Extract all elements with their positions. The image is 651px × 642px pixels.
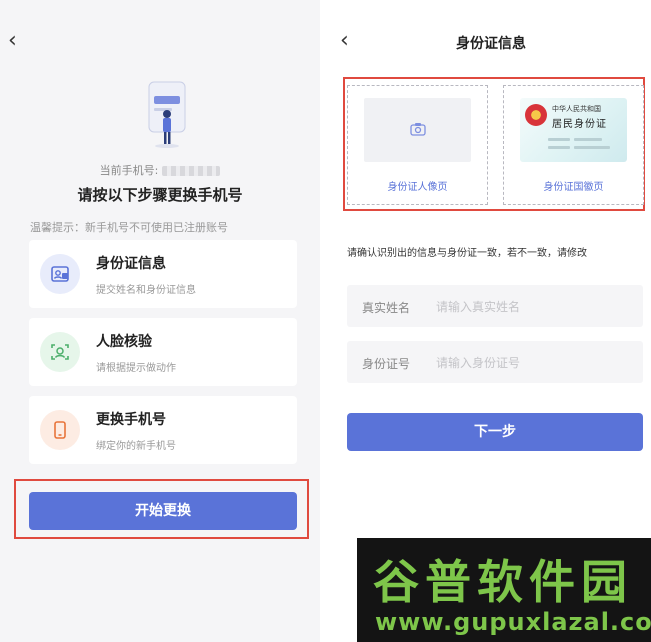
next-step-button[interactable]: 下一步 — [347, 413, 643, 451]
start-change-button[interactable]: 开始更换 — [29, 492, 297, 530]
step-card-change-phone[interactable]: 更换手机号 绑定你的新手机号 — [29, 396, 297, 464]
step-title: 更换手机号 — [96, 412, 166, 428]
id-card-sample-image: 中华人民共和国 居民身份证 — [520, 98, 627, 162]
back-button[interactable]: ‹ — [8, 30, 17, 52]
watermark-url: www.gupuxlazal.com — [375, 608, 651, 636]
current-phone-label: 当前手机号: — [99, 164, 159, 177]
screenshot-stage: ‹ 当前手机号: 请按以下步骤更换手机号 温馨提示：新手机号不可使用已注册账号 — [0, 0, 651, 642]
national-emblem-icon — [525, 104, 547, 126]
step-card-id-info[interactable]: 身份证信息 提交姓名和身份证信息 — [29, 240, 297, 308]
id-front-label: 身份证人像页 — [387, 182, 448, 193]
id-back-label: 身份证国徽页 — [543, 182, 604, 193]
hero-illustration — [148, 81, 186, 148]
real-name-field[interactable]: 真实姓名 请输入真实姓名 — [347, 285, 643, 327]
id-card-line2: 居民身份证 — [552, 119, 607, 130]
camera-icon — [410, 123, 426, 136]
id-card-icon — [40, 254, 80, 294]
id-number-label: 身份证号 — [362, 357, 411, 371]
site-watermark: 谷普软件园 www.gupuxlazal.com — [357, 538, 651, 642]
id-card-row — [574, 146, 610, 149]
id-card-row — [548, 138, 570, 141]
confirm-instruction: 请确认识别出的信息与身份证一致，若不一致，请修改 — [347, 248, 587, 259]
id-card-row — [548, 146, 570, 149]
masked-phone-number — [162, 166, 221, 176]
step-subtitle: 绑定你的新手机号 — [96, 441, 176, 452]
warning-tip: 温馨提示：新手机号不可使用已注册账号 — [30, 221, 228, 234]
id-card-line1: 中华人民共和国 — [552, 105, 601, 113]
face-scan-icon — [40, 332, 80, 372]
id-front-placeholder — [364, 98, 471, 162]
step-subtitle: 请根据提示做动作 — [96, 363, 176, 374]
real-name-label: 真实姓名 — [362, 301, 411, 315]
id-front-upload[interactable]: 身份证人像页 — [347, 85, 488, 205]
step-card-face-verify[interactable]: 人脸核验 请根据提示做动作 — [29, 318, 297, 386]
change-phone-screen: ‹ 当前手机号: 请按以下步骤更换手机号 温馨提示：新手机号不可使用已注册账号 — [0, 0, 320, 642]
step-subtitle: 提交姓名和身份证信息 — [96, 285, 196, 296]
current-phone-row: 当前手机号: — [0, 162, 320, 178]
id-back-upload[interactable]: 中华人民共和国 居民身份证 身份证国徽页 — [503, 85, 644, 205]
real-name-input[interactable]: 请输入真实姓名 — [436, 298, 520, 315]
step-title: 人脸核验 — [96, 334, 152, 350]
id-number-field[interactable]: 身份证号 请输入身份证号 — [347, 341, 643, 383]
id-number-input[interactable]: 请输入身份证号 — [436, 354, 520, 371]
phone-icon — [40, 410, 80, 450]
watermark-cn: 谷普软件园 — [373, 555, 633, 609]
id-card-row — [574, 138, 602, 141]
page-title: 请按以下步骤更换手机号 — [77, 186, 243, 204]
step-title: 身份证信息 — [96, 256, 166, 272]
page-title: 身份证信息 — [456, 36, 526, 52]
